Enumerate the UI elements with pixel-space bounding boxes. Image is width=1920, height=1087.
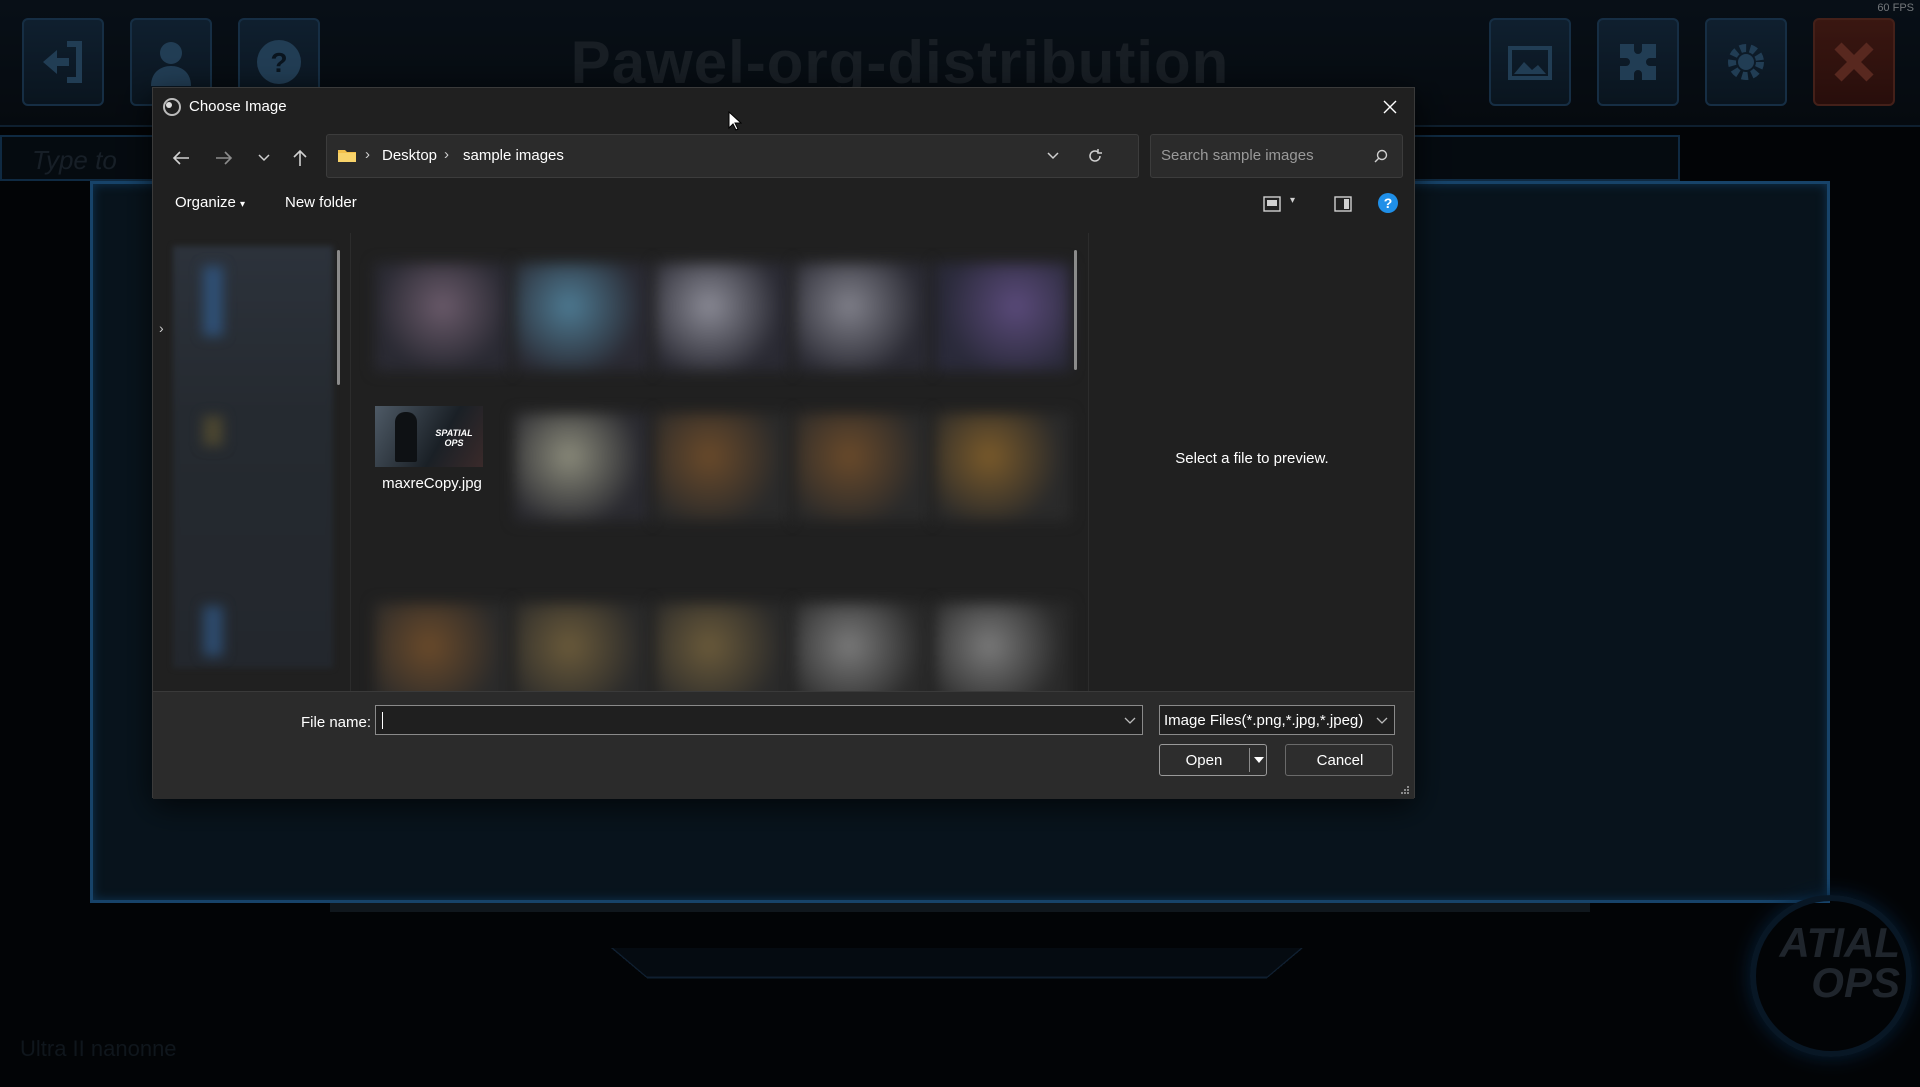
file-name: maxreCopy.jpg [382, 475, 482, 492]
blurred-thumbnail[interactable] [375, 263, 510, 371]
thumbnail-logo-text: SPATIAL OPS [435, 428, 473, 448]
app-icon [163, 98, 181, 116]
help-button[interactable]: ? [1377, 192, 1401, 216]
preview-message: Select a file to preview. [1175, 450, 1329, 467]
svg-text:?: ? [1384, 195, 1393, 211]
file-type-select[interactable]: Image Files(*.png,*.jpg,*.jpeg) [1159, 705, 1395, 735]
file-list-scrollbar[interactable] [1074, 250, 1077, 370]
view-options-chevron-icon: ▾ [1290, 195, 1296, 206]
file-name-input[interactable] [375, 705, 1143, 735]
dialog-titlebar[interactable]: Choose Image [153, 88, 1414, 126]
file-type-dropdown-icon [1376, 717, 1388, 724]
blurred-thumbnail[interactable] [515, 413, 650, 521]
nav-item-blurred[interactable] [203, 416, 223, 446]
nav-item-blurred[interactable] [203, 606, 223, 656]
forward-arrow-icon [216, 151, 233, 165]
organize-label: Organize [175, 194, 236, 211]
refresh-button[interactable] [1081, 145, 1109, 167]
search-placeholder: Search sample images [1161, 147, 1314, 164]
file-type-value: Image Files(*.png,*.jpg,*.jpeg) [1164, 712, 1364, 729]
navigation-pane-content [173, 246, 333, 668]
cancel-label: Cancel [1316, 752, 1364, 769]
expand-chevron-icon[interactable]: › [159, 320, 164, 336]
file-name-dropdown-icon[interactable] [1124, 713, 1136, 727]
blurred-thumbnail[interactable] [655, 413, 790, 521]
blurred-thumbnail[interactable] [935, 263, 1070, 371]
open-label: Open [1185, 752, 1223, 769]
choose-image-dialog: Choose Image › Desktop › sample images S… [152, 87, 1415, 799]
blurred-thumbnail[interactable] [795, 413, 930, 521]
up-button[interactable] [286, 145, 314, 171]
close-icon [1383, 100, 1397, 114]
preview-pane-icon [1334, 196, 1352, 212]
breadcrumb-sample-images[interactable]: sample images [463, 147, 564, 164]
breadcrumb-separator: › [444, 146, 449, 163]
chevron-down-icon [1047, 152, 1059, 160]
nav-item-blurred[interactable] [203, 266, 223, 336]
command-bar: Organize ▾ New folder ▾ ? [153, 184, 1414, 224]
file-item[interactable]: SPATIAL OPS maxreCopy.jpg [372, 403, 512, 513]
recent-locations-chevron-icon [258, 154, 270, 162]
refresh-icon [1089, 149, 1102, 162]
mouse-cursor-icon [728, 111, 742, 131]
navigation-scrollbar[interactable] [337, 250, 340, 385]
thumbnail-figure [395, 412, 417, 462]
open-button[interactable]: Open [1159, 744, 1267, 776]
forward-button[interactable] [210, 145, 238, 171]
blurred-thumbnail[interactable] [795, 263, 930, 371]
cancel-button[interactable]: Cancel [1285, 744, 1393, 776]
new-folder-button[interactable]: New folder [285, 194, 357, 211]
recent-locations-button[interactable] [250, 145, 278, 171]
folder-icon [338, 150, 356, 162]
text-caret [382, 712, 383, 729]
address-dropdown-button[interactable] [1039, 145, 1067, 167]
view-options-icon [1263, 196, 1281, 212]
back-button[interactable] [167, 145, 195, 171]
help-icon: ? [1378, 193, 1398, 213]
blurred-thumbnail[interactable] [655, 263, 790, 371]
open-split-divider [1249, 748, 1250, 772]
search-input[interactable]: Search sample images [1150, 134, 1403, 178]
up-arrow-icon [293, 149, 307, 166]
back-arrow-icon [172, 151, 189, 165]
blurred-thumbnail[interactable] [515, 263, 650, 371]
blurred-thumbnail[interactable] [935, 413, 1070, 521]
dialog-title: Choose Image [189, 98, 287, 115]
resize-grip-icon[interactable] [1400, 785, 1410, 795]
dialog-footer: File name: Image Files(*.png,*.jpg,*.jpe… [153, 691, 1414, 799]
address-bar[interactable]: › Desktop › sample images [326, 134, 1139, 178]
breadcrumb-separator: › [365, 146, 370, 163]
file-thumbnail: SPATIAL OPS [375, 406, 483, 467]
view-options-button[interactable]: ▾ [1260, 192, 1306, 216]
breadcrumb-desktop[interactable]: Desktop [382, 147, 437, 164]
navigation-pane[interactable] [173, 246, 333, 668]
search-icon [1374, 149, 1388, 163]
open-options-dropdown-icon[interactable] [1253, 753, 1265, 767]
preview-pane-button[interactable] [1331, 192, 1355, 216]
organize-dropdown-icon: ▾ [240, 199, 246, 210]
file-name-label: File name: [301, 714, 372, 731]
organize-button[interactable]: Organize ▾ [175, 194, 245, 211]
close-button[interactable] [1376, 94, 1404, 120]
